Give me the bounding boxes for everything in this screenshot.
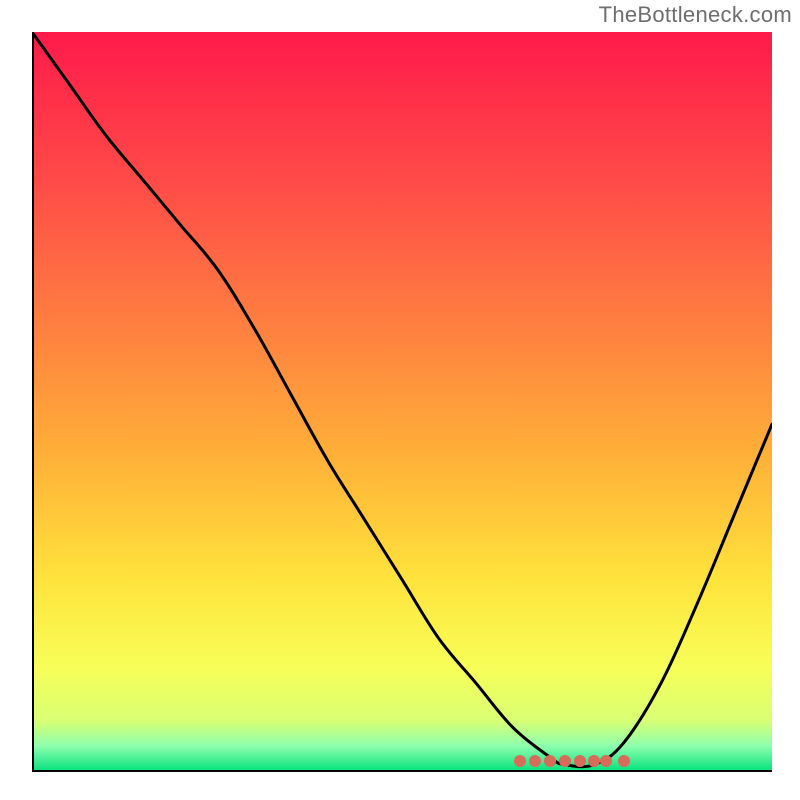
plot-area xyxy=(32,32,772,772)
watermark-text: TheBottleneck.com xyxy=(599,2,792,28)
gradient-background xyxy=(32,32,772,772)
chart-root: TheBottleneck.com xyxy=(0,0,800,800)
